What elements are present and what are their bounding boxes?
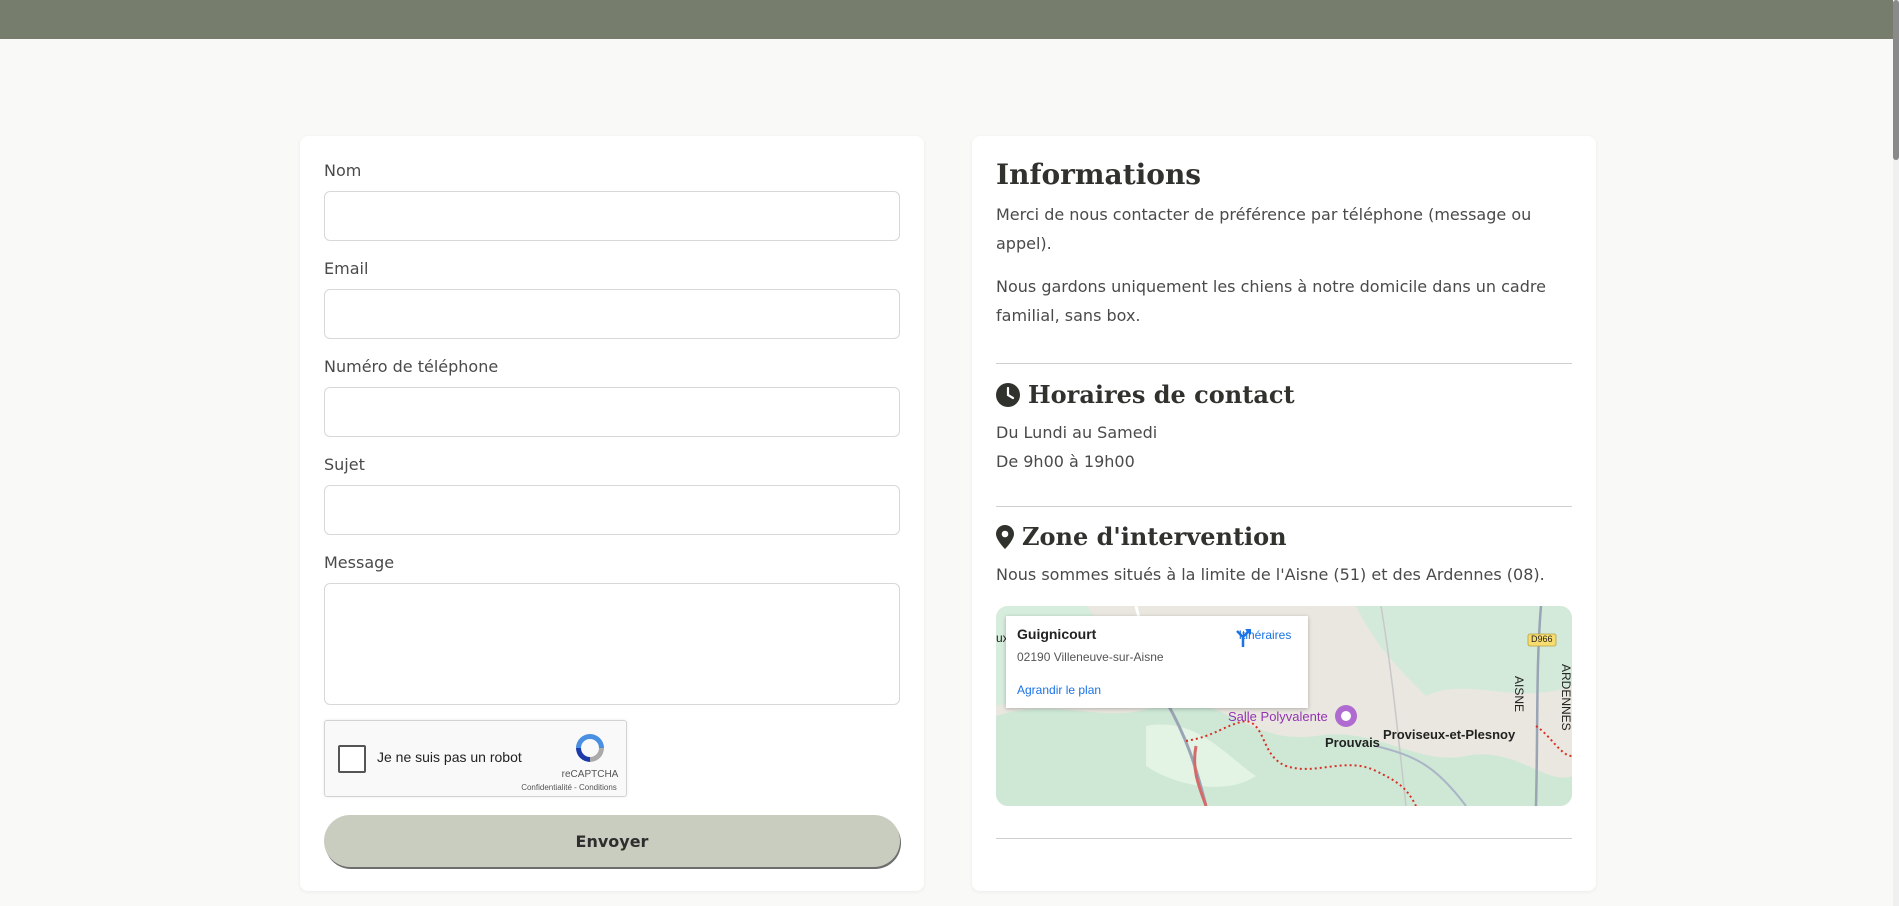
enlarge-map-link[interactable]: Agrandir le plan [1017, 683, 1101, 697]
poi-label[interactable]: Salle Polyvalente [1228, 709, 1328, 724]
recaptcha-brand: reCAPTCHA [561, 769, 619, 780]
email-label: Email [324, 259, 369, 278]
info-paragraph-home: Nous gardons uniquement les chiens à not… [996, 277, 1546, 325]
map-address: 02190 Villeneuve-sur-Aisne [1017, 650, 1164, 664]
phone-input[interactable] [324, 387, 900, 437]
informations-title: Informations [996, 158, 1202, 191]
recaptcha-links[interactable]: Confidentialité - Conditions [515, 783, 623, 792]
map-pin-icon [996, 524, 1014, 549]
recaptcha-checkbox[interactable] [338, 745, 366, 773]
subject-label: Sujet [324, 455, 365, 474]
message-label: Message [324, 553, 395, 572]
name-input[interactable] [324, 191, 900, 241]
message-textarea[interactable] [324, 583, 900, 705]
divider [996, 363, 1572, 364]
map-info-card: Guignicourt 02190 Villeneuve-sur-Aisne A… [1006, 616, 1308, 708]
map-place-name: Guignicourt [1017, 626, 1097, 642]
zone-heading: Zone d'intervention [996, 522, 1287, 551]
hours-time: De 9h00 à 19h00 [996, 452, 1135, 471]
submit-button[interactable]: Envoyer [324, 815, 900, 867]
divider [996, 838, 1572, 839]
phone-label: Numéro de téléphone [324, 357, 499, 376]
hours-days: Du Lundi au Samedi [996, 423, 1158, 442]
zone-title: Zone d'intervention [1022, 522, 1287, 551]
contact-form-card: Nom Email Numéro de téléphone Sujet Mess… [300, 136, 924, 891]
town-label-prouvais[interactable]: Prouvais [1325, 735, 1380, 750]
divider [996, 506, 1572, 507]
scrollbar-thumb[interactable] [1893, 0, 1899, 160]
recaptcha-logo-icon [576, 734, 604, 762]
hours-heading: Horaires de contact [996, 380, 1295, 409]
subject-input[interactable] [324, 485, 900, 535]
clock-icon [996, 382, 1020, 407]
info-paragraph-phone: Merci de nous contacter de préférence pa… [996, 205, 1532, 253]
poi-icon[interactable] [1334, 704, 1358, 728]
email-input[interactable] [324, 289, 900, 339]
region-label-ardennes: ARDENNES [1559, 664, 1572, 731]
zone-text: Nous sommes situés à la limite de l'Aisn… [996, 565, 1545, 584]
information-card: Informations Merci de nous contacter de … [972, 136, 1596, 891]
town-label-proviseux[interactable]: Proviseux-et-Plesnoy [1383, 727, 1515, 742]
recaptcha-label: Je ne suis pas un robot [377, 749, 522, 765]
directions-icon [1236, 629, 1251, 647]
name-label: Nom [324, 161, 362, 180]
road-label: D966 [1531, 634, 1553, 644]
embedded-map[interactable]: D966 AISNE ARDENNES ux Salle Polyvalente… [996, 606, 1572, 806]
directions-button[interactable]: Itinéraires [1232, 626, 1298, 647]
top-header-bar [0, 0, 1899, 39]
recaptcha-widget: Je ne suis pas un robot reCAPTCHA Confid… [324, 720, 627, 797]
region-label-aisne: AISNE [1512, 676, 1526, 713]
hours-title: Horaires de contact [1028, 380, 1295, 409]
